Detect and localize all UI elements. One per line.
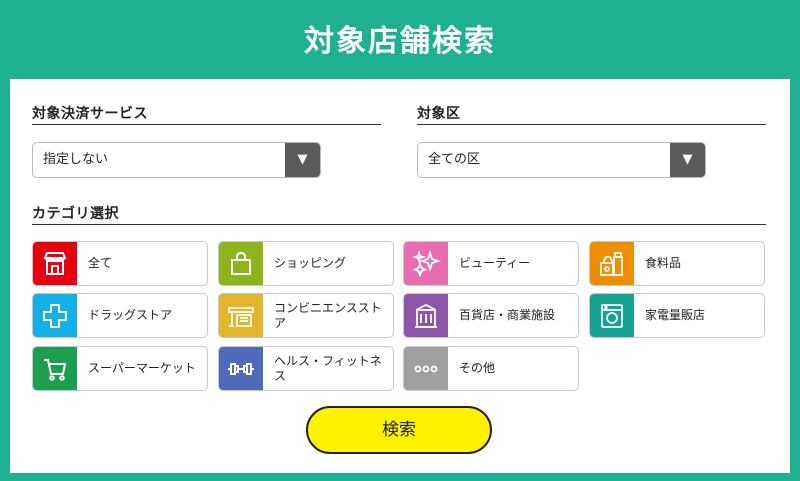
category-label-text: 家電量販店 xyxy=(645,308,706,322)
dumbbell-icon xyxy=(219,347,263,390)
category-label: カテゴリ選択 xyxy=(32,206,119,222)
category-all-button[interactable]: 全て xyxy=(32,241,208,286)
search-panel: 対象決済サービス 指定しない ▼ 対象区 全ての区 ▼ カテゴリ選択 全て ショ… xyxy=(10,79,790,473)
dropdown-arrow-icon[interactable]: ▼ xyxy=(670,143,705,177)
category-grocery-button[interactable]: 食料品 xyxy=(589,241,765,286)
divider xyxy=(32,224,766,225)
category-other-button[interactable]: その他 xyxy=(403,346,579,391)
area-label: 対象区 xyxy=(417,106,461,122)
category-beauty-button[interactable]: ビューティー xyxy=(403,241,579,286)
category-label-text: ヘルス・フィットネス xyxy=(274,353,382,383)
category-label-text: コンビニエンスストア xyxy=(274,300,382,330)
area-value: 全ての区 xyxy=(428,152,481,167)
category-label-text: ショッピング xyxy=(274,256,347,270)
divider xyxy=(32,124,381,125)
divider xyxy=(417,124,766,125)
payment-service-select[interactable]: 指定しない ▼ xyxy=(32,142,321,178)
category-label-text: 百貨店・商業施設 xyxy=(459,308,556,322)
payment-service-value: 指定しない xyxy=(43,152,109,167)
grocery-icon xyxy=(590,242,634,285)
category-convenience-store-button[interactable]: コンビニエンスストア xyxy=(218,293,394,338)
payment-service-label: 対象決済サービス xyxy=(32,106,148,122)
category-drugstore-button[interactable]: ドラッグストア xyxy=(32,293,208,338)
dropdown-arrow-icon[interactable]: ▼ xyxy=(285,143,320,177)
washing-machine-icon xyxy=(590,294,634,337)
convenience-store-icon xyxy=(219,294,263,337)
category-label-text: スーパーマーケット xyxy=(88,361,196,375)
shopping-cart-icon xyxy=(33,347,77,390)
shopping-bag-icon xyxy=(219,242,263,285)
category-label-text: ドラッグストア xyxy=(88,308,173,322)
medical-cross-icon xyxy=(33,294,77,337)
category-label-text: 全て xyxy=(88,256,113,270)
more-dots-icon xyxy=(404,347,448,390)
area-select[interactable]: 全ての区 ▼ xyxy=(417,142,706,178)
page-title: 対象店舗検索 xyxy=(304,24,496,59)
department-store-icon xyxy=(404,294,448,337)
category-fitness-button[interactable]: ヘルス・フィットネス xyxy=(218,346,394,391)
category-supermarket-button[interactable]: スーパーマーケット xyxy=(32,346,208,391)
sparkle-icon xyxy=(404,242,448,285)
store-icon xyxy=(33,242,77,285)
category-label-text: その他 xyxy=(459,361,496,375)
search-button[interactable]: 検索 xyxy=(306,406,492,454)
category-label-text: 食料品 xyxy=(645,256,682,270)
category-shopping-button[interactable]: ショッピング xyxy=(218,241,394,286)
category-label-text: ビューティー xyxy=(459,256,531,270)
category-electronics-button[interactable]: 家電量販店 xyxy=(589,293,765,338)
category-department-store-button[interactable]: 百貨店・商業施設 xyxy=(403,293,579,338)
